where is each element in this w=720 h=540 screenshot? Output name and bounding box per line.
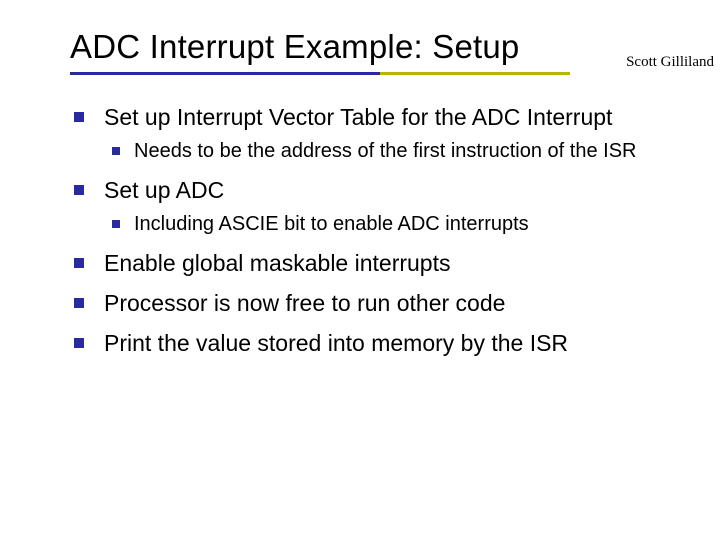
slide: Scott Gilliland ADC Interrupt Example: S…: [0, 0, 720, 540]
sub-bullet-list: Needs to be the address of the first ins…: [104, 139, 690, 164]
sub-bullet-list: Including ASCIE bit to enable ADC interr…: [104, 212, 690, 237]
bullet-item: Set up Interrupt Vector Table for the AD…: [70, 103, 690, 164]
bullet-item: Print the value stored into memory by th…: [70, 329, 690, 357]
bullet-list: Set up Interrupt Vector Table for the AD…: [70, 103, 690, 357]
bullet-item: Processor is now free to run other code: [70, 289, 690, 317]
slide-body: Set up Interrupt Vector Table for the AD…: [0, 75, 720, 357]
bullet-text: Set up ADC: [104, 177, 224, 203]
bullet-text: Enable global maskable interrupts: [104, 250, 450, 276]
title-underline: [70, 72, 570, 75]
bullet-item: Enable global maskable interrupts: [70, 249, 690, 277]
sub-bullet-text: Including ASCIE bit to enable ADC interr…: [134, 213, 529, 235]
sub-bullet-text: Needs to be the address of the first ins…: [134, 140, 637, 162]
sub-bullet-item: Including ASCIE bit to enable ADC interr…: [104, 212, 690, 237]
bullet-text: Print the value stored into memory by th…: [104, 330, 568, 356]
bullet-text: Set up Interrupt Vector Table for the AD…: [104, 104, 612, 130]
author-name: Scott Gilliland: [626, 54, 714, 71]
slide-title: ADC Interrupt Example: Setup: [70, 28, 698, 66]
bullet-item: Set up ADC Including ASCIE bit to enable…: [70, 176, 690, 237]
title-block: ADC Interrupt Example: Setup: [0, 28, 720, 75]
bullet-text: Processor is now free to run other code: [104, 290, 505, 316]
sub-bullet-item: Needs to be the address of the first ins…: [104, 139, 690, 164]
